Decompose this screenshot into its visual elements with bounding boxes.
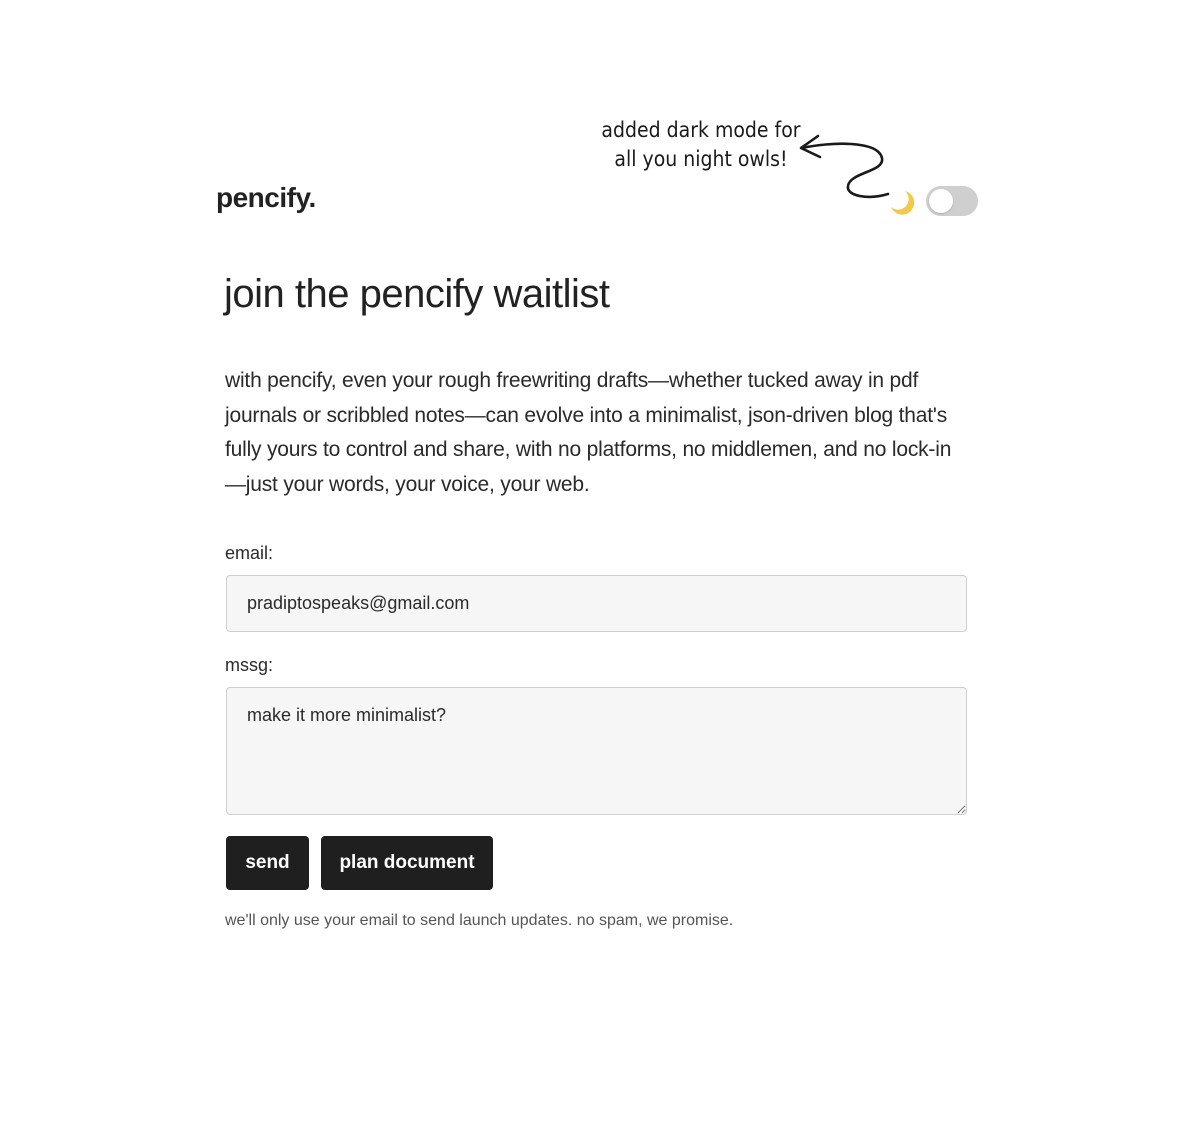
page-title: join the pencify waitlist [224, 272, 610, 316]
email-label: email: [225, 543, 274, 563]
dark-mode-toggle[interactable] [926, 186, 978, 216]
message-field[interactable]: make it more minimalist? [226, 687, 967, 815]
logo[interactable]: pencify. [216, 182, 316, 214]
toggle-knob [929, 189, 953, 213]
email-field[interactable] [226, 575, 967, 632]
annotation-arrow-icon [799, 134, 890, 199]
annotation-line-1: added dark mode for [601, 118, 801, 142]
privacy-note: we'll only use your email to send launch… [225, 912, 734, 929]
annotation-line-2: all you night owls! [614, 147, 788, 171]
page-description: with pencify, even your rough freewritin… [225, 369, 952, 496]
dark-mode-annotation: added dark mode for all you night owls! [601, 116, 801, 174]
send-button[interactable]: send [226, 836, 309, 890]
plan-document-button[interactable]: plan document [321, 836, 493, 890]
message-label: mssg: [225, 655, 274, 675]
moon-icon [891, 191, 915, 215]
